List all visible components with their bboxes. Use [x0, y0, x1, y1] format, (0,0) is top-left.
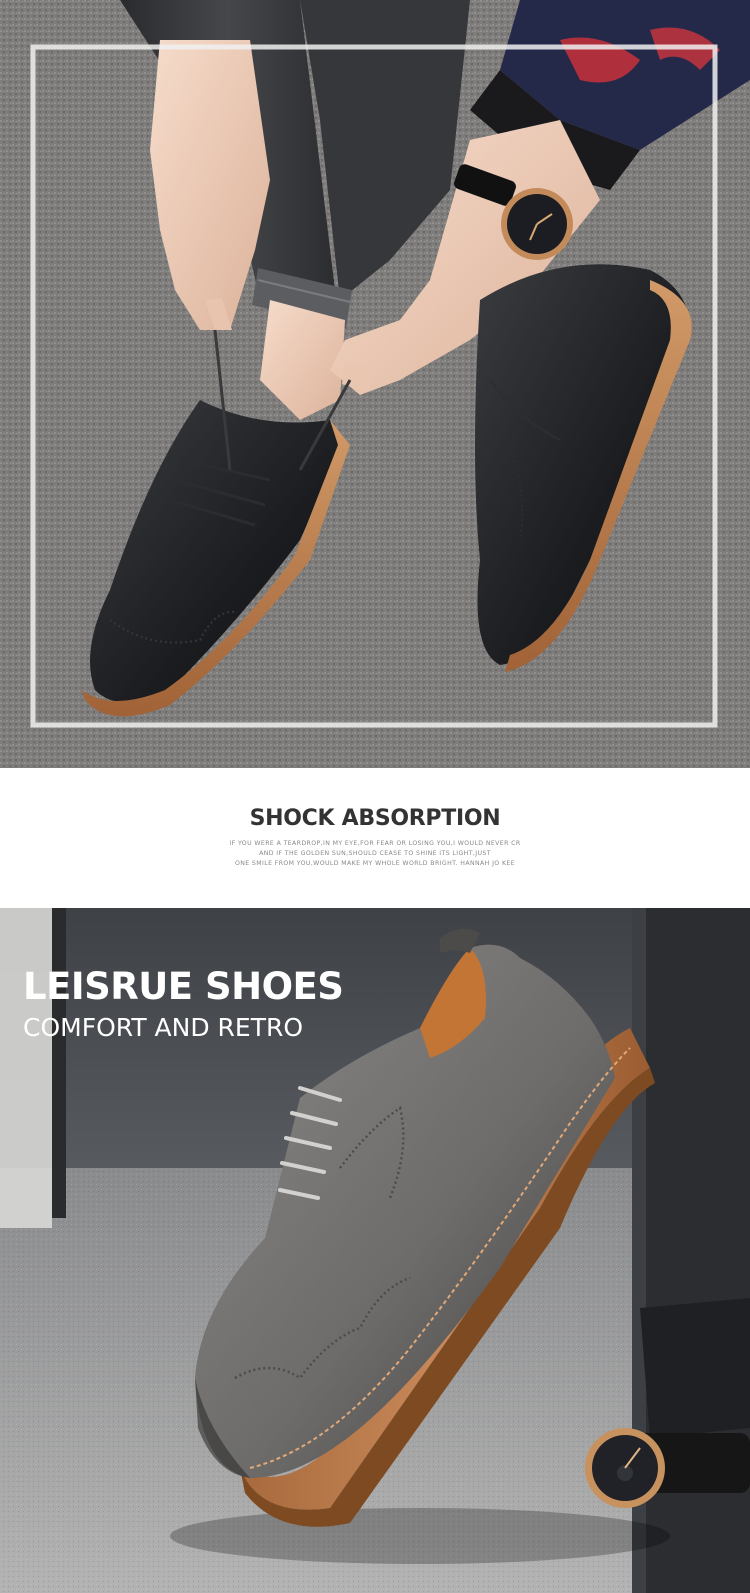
- grey-brogue-photo: [0, 908, 750, 1593]
- top-product-photo: [0, 0, 750, 768]
- black-brogue-photo: [0, 0, 750, 768]
- headline-title: LEISRUE SHOES: [23, 965, 344, 1008]
- bottom-product-photo: [0, 908, 750, 1593]
- section-title: SHOCK ABSORPTION: [249, 806, 501, 831]
- quote-line: ONE SMILE FROM YOU,WOULD MAKE MY WHOLE W…: [234, 860, 516, 867]
- headline-subtitle: COMFORT AND RETRO: [23, 1013, 304, 1042]
